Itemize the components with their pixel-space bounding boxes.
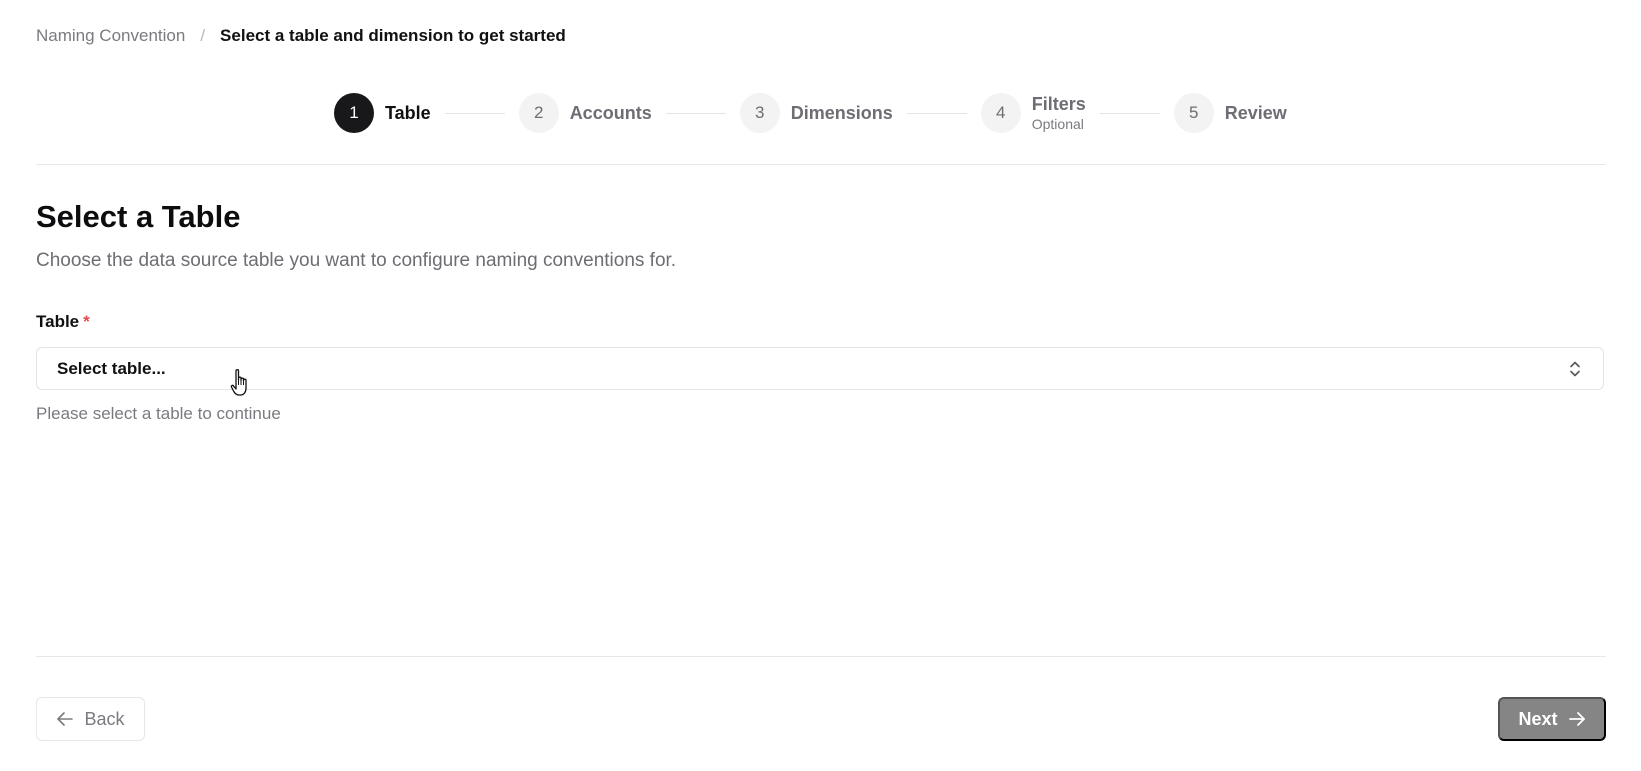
- header-divider: [36, 164, 1606, 165]
- back-button[interactable]: Back: [36, 697, 145, 741]
- step-number: 3: [739, 93, 780, 133]
- step-label: Dimensions: [790, 103, 893, 123]
- step-connector: [906, 112, 967, 114]
- table-select-value: Select table...: [57, 358, 166, 378]
- page-description: Choose the data source table you want to…: [36, 250, 677, 271]
- step-number: 5: [1173, 93, 1214, 133]
- step-accounts[interactable]: 2 Accounts: [518, 93, 652, 133]
- step-review[interactable]: 5 Review: [1173, 93, 1287, 133]
- breadcrumb-naming-convention[interactable]: Naming Convention: [36, 26, 185, 46]
- page: Naming Convention / Select a table and d…: [0, 0, 1641, 771]
- step-number: 2: [518, 93, 559, 133]
- next-button-label: Next: [1518, 708, 1558, 729]
- arrow-right-icon: [1568, 711, 1586, 727]
- table-select[interactable]: Select table...: [36, 347, 1604, 390]
- table-field-hint: Please select a table to continue: [36, 404, 281, 423]
- step-sublabel: Optional: [1031, 115, 1084, 132]
- step-label: Table: [385, 103, 431, 123]
- breadcrumb-current: Select a table and dimension to get star…: [220, 26, 566, 45]
- breadcrumb-separator: /: [200, 26, 206, 45]
- table-field-label: Table *: [36, 312, 90, 332]
- step-filters[interactable]: 4 Filters Optional: [980, 93, 1086, 133]
- arrow-left-icon: [56, 711, 74, 727]
- step-dimensions[interactable]: 3 Dimensions: [739, 93, 893, 133]
- step-number: 1: [334, 93, 374, 133]
- required-mark: *: [83, 312, 90, 331]
- breadcrumb: Naming Convention / Select a table and d…: [36, 26, 566, 46]
- next-button[interactable]: Next: [1498, 697, 1606, 741]
- table-label-text: Table: [36, 312, 80, 331]
- step-number: 4: [980, 93, 1021, 133]
- back-button-label: Back: [84, 708, 125, 729]
- step-connector: [1099, 112, 1160, 114]
- stepper: 1 Table 2 Accounts 3 Dimensions 4 Filter…: [334, 93, 1287, 133]
- step-label: Filters: [1031, 93, 1086, 114]
- step-table[interactable]: 1 Table: [334, 93, 431, 133]
- step-connector: [444, 112, 505, 114]
- page-title: Select a Table: [36, 199, 241, 234]
- footer-divider: [36, 656, 1606, 657]
- step-label: Accounts: [569, 103, 652, 123]
- chevrons-up-down-icon: [1567, 360, 1583, 378]
- step-label: Review: [1224, 103, 1287, 123]
- step-connector: [665, 112, 726, 114]
